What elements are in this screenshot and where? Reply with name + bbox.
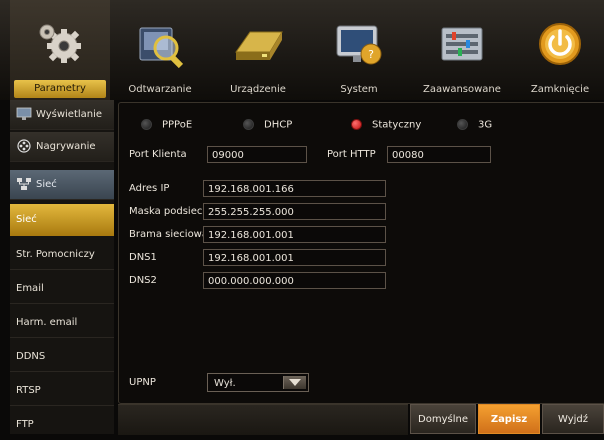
defaults-button[interactable]: Domyślne [410, 404, 476, 434]
ip-label: Adres IP [129, 183, 170, 194]
sidebar-item-label: Email [16, 283, 44, 294]
sidebar-item-ddns[interactable]: DDNS [10, 342, 114, 372]
sidebar-item-email[interactable]: Email [10, 274, 114, 304]
radio-3g[interactable]: 3G [457, 119, 492, 131]
power-icon [539, 23, 581, 65]
sidebar-item-label: FTP [16, 419, 34, 430]
upnp-label: UPNP [129, 377, 156, 388]
tab-label: System [340, 84, 378, 95]
radio-pppoe[interactable]: PPPoE [141, 119, 192, 131]
bottom-bar [118, 404, 408, 435]
gateway-field[interactable]: 192.168.001.001 [203, 226, 386, 243]
tab-label: Odtwarzanie [128, 84, 192, 95]
upnp-select[interactable]: Wył. [207, 373, 309, 392]
monitor-icon [16, 107, 32, 120]
radio-label: Statyczny [372, 119, 422, 131]
subnet-mask-field[interactable]: 255.255.255.000 [203, 203, 386, 220]
tab-urzadzenie[interactable]: Urządzenie [208, 0, 308, 100]
radio-indicator [351, 119, 362, 130]
client-port-label: Port Klienta [129, 149, 187, 160]
network-icon [17, 178, 31, 190]
tab-zamkniecie[interactable]: Zamknięcie [516, 0, 604, 100]
tab-system[interactable]: ? System [312, 0, 406, 100]
exit-button[interactable]: Wyjdź [542, 404, 604, 434]
radio-dhcp[interactable]: DHCP [243, 119, 292, 131]
http-port-label: Port HTTP [327, 149, 376, 160]
hard-drive-icon [235, 31, 283, 60]
dns1-field[interactable]: 192.168.001.001 [203, 249, 386, 266]
radio-label: DHCP [264, 119, 293, 131]
sidebar-item-siec[interactable]: Sieć [10, 204, 114, 236]
tab-label: Parametry [14, 80, 106, 98]
network-settings-panel: PPPoE DHCP Statyczny 3G Port Klienta 090… [118, 102, 604, 404]
tab-label: Zaawansowane [423, 84, 501, 95]
main-tab-bar: Parametry Odtwarzanie Urządzenie ? Syste… [0, 0, 604, 100]
sidebar-item-siec-group[interactable]: Sieć [10, 170, 114, 200]
gears-icon [39, 24, 81, 63]
sidebar-item-nagrywanie[interactable]: Nagrywanie [10, 132, 114, 162]
dns2-label: DNS2 [129, 275, 157, 286]
sidebar-item-ftp[interactable]: FTP [10, 410, 114, 434]
radio-label: 3G [478, 119, 493, 131]
sidebar-item-label: Wyświetlanie [36, 109, 103, 120]
sidebar-item-label: Sieć [36, 179, 57, 190]
chevron-down-icon [283, 376, 306, 389]
sidebar-item-label: DDNS [16, 351, 46, 362]
sidebar-item-rtsp[interactable]: RTSP [10, 376, 114, 406]
radio-statyczny[interactable]: Statyczny [351, 119, 421, 131]
save-button[interactable]: Zapisz [478, 404, 540, 434]
tab-label: Zamknięcie [530, 84, 590, 95]
sidebar-item-harm-email[interactable]: Harm. email [10, 308, 114, 338]
sidebar-item-str-pomocniczy[interactable]: Str. Pomocniczy [10, 240, 114, 270]
sidebar-item-label: Nagrywanie [36, 141, 96, 152]
sidebar-item-label: Str. Pomocniczy [16, 249, 95, 260]
gateway-label: Brama sieciowa [129, 229, 208, 240]
sidebar-item-wyswietlanie[interactable]: Wyświetlanie [10, 100, 114, 130]
tab-zaawansowane[interactable]: Zaawansowane [412, 0, 512, 100]
advanced-panel-icon [441, 27, 483, 61]
system-monitor-icon: ? [336, 25, 382, 65]
tab-odtwarzanie[interactable]: Odtwarzanie [118, 0, 202, 100]
subnet-mask-label: Maska podsieci [129, 206, 206, 217]
sidebar-item-label: RTSP [16, 385, 41, 396]
client-port-field[interactable]: 09000 [207, 146, 307, 163]
playback-magnifier-icon [139, 27, 184, 69]
http-port-field[interactable]: 00080 [387, 146, 491, 163]
radio-label: PPPoE [162, 119, 193, 131]
tab-label: Urządzenie [230, 84, 286, 95]
film-reel-icon [17, 139, 31, 153]
settings-sidebar: Wyświetlanie Nagrywanie Sieć Sieć Str. P… [10, 100, 114, 434]
upnp-selected-value: Wył. [214, 378, 236, 389]
dns2-field[interactable]: 000.000.000.000 [203, 272, 386, 289]
tab-parametry[interactable]: Parametry [10, 0, 110, 100]
svg-text:?: ? [368, 48, 374, 61]
radio-indicator [243, 119, 254, 130]
ip-address-field[interactable]: 192.168.001.166 [203, 180, 386, 197]
dns1-label: DNS1 [129, 252, 157, 263]
sidebar-item-label: Harm. email [16, 317, 78, 328]
radio-indicator [457, 119, 468, 130]
radio-indicator [141, 119, 152, 130]
sidebar-item-label: Sieć [16, 214, 37, 225]
